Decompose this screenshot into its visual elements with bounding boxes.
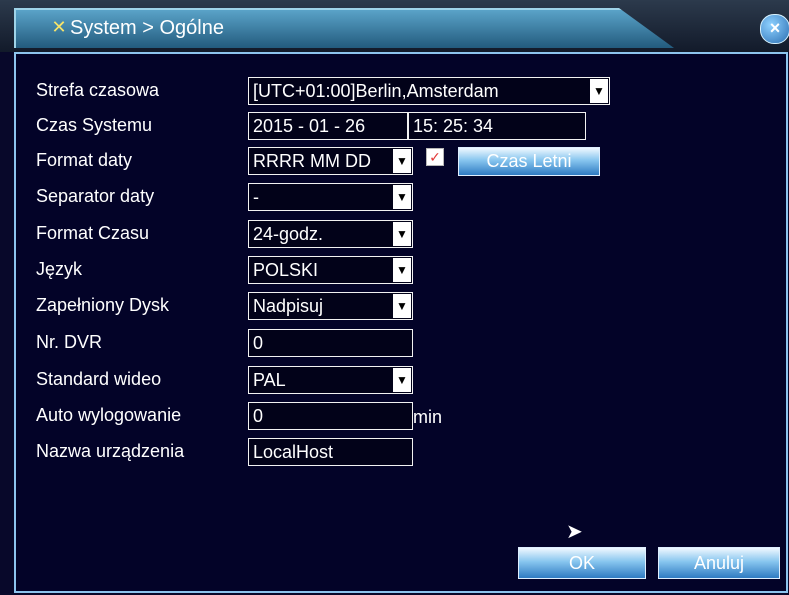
mouse-pointer-icon: ➤ <box>566 521 583 543</box>
setting-label-system-time: Czas Systemu <box>36 115 153 135</box>
auto-logout-input[interactable]: 0 <box>248 402 413 430</box>
time-format-value: 24-godz. <box>253 224 324 244</box>
chevron-down-icon: ▼ <box>393 222 411 246</box>
video-standard-dropdown[interactable]: PAL ▼ <box>248 366 413 394</box>
close-icon[interactable]: × <box>760 14 789 44</box>
chevron-down-icon: ▼ <box>590 79 608 103</box>
setting-label-dvr-number: Nr. DVR <box>36 332 103 352</box>
system-general-dialog: ✕ System > Ogólne × Strefa czasowa [UTC+… <box>0 0 789 595</box>
title-bar: ✕ System > Ogólne × <box>0 0 789 52</box>
setting-label-language: Język <box>36 259 83 279</box>
disk-full-dropdown[interactable]: Nadpisuj ▼ <box>248 292 413 320</box>
setting-label-device-name: Nazwa urządzenia <box>36 441 185 461</box>
language-dropdown[interactable]: POLSKI ▼ <box>248 256 413 284</box>
setting-label-date-format: Format daty <box>36 150 133 170</box>
device-name-input[interactable]: LocalHost <box>248 438 413 466</box>
language-value: POLSKI <box>253 260 319 280</box>
date-format-value: RRRR MM DD <box>253 151 371 171</box>
chevron-down-icon: ▼ <box>393 258 411 282</box>
date-format-dropdown[interactable]: RRRR MM DD ▼ <box>248 147 413 175</box>
tools-icon: ✕ <box>51 17 67 37</box>
setting-label-time-zone: Strefa czasowa <box>36 80 160 100</box>
date-separator-dropdown[interactable]: - ▼ <box>248 183 413 211</box>
chevron-down-icon: ▼ <box>393 149 411 173</box>
daylight-saving-button[interactable]: Czas Letni <box>458 147 600 176</box>
video-standard-value: PAL <box>253 370 286 390</box>
chevron-down-icon: ▼ <box>393 294 411 318</box>
setting-label-disk-full: Zapełniony Dysk <box>36 295 170 315</box>
cancel-button[interactable]: Anuluj <box>658 547 780 579</box>
auto-logout-unit: min <box>413 407 443 427</box>
system-time-input[interactable]: 15: 25: 34 <box>408 112 586 140</box>
chevron-down-icon: ▼ <box>393 368 411 392</box>
setting-label-auto-logout: Auto wylogowanie <box>36 405 182 425</box>
daylight-saving-checkbox[interactable]: ✓ <box>426 148 444 166</box>
disk-full-value: Nadpisuj <box>253 296 324 316</box>
system-date-input[interactable]: 2015 - 01 - 26 <box>248 112 408 140</box>
ok-button[interactable]: OK <box>518 547 646 579</box>
time-zone-dropdown[interactable]: [UTC+01:00]Berlin,Amsterdam ▼ <box>248 77 610 105</box>
time-zone-value: [UTC+01:00]Berlin,Amsterdam <box>253 81 499 101</box>
dvr-number-input[interactable]: 0 <box>248 329 413 357</box>
chevron-down-icon: ▼ <box>393 185 411 209</box>
date-separator-value: - <box>253 187 259 207</box>
setting-label-video-standard: Standard wideo <box>36 369 162 389</box>
setting-label-time-format: Format Czasu <box>36 223 150 243</box>
setting-label-date-separator: Separator daty <box>36 186 155 206</box>
time-format-dropdown[interactable]: 24-godz. ▼ <box>248 220 413 248</box>
dialog-title: System > Ogólne <box>70 17 224 39</box>
